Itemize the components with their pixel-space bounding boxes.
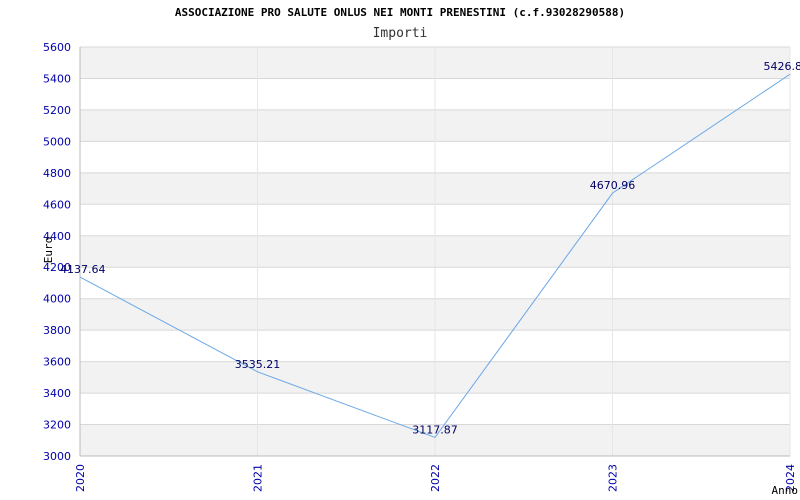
y-tick-label: 5000 <box>43 135 71 148</box>
data-label: 3535.21 <box>235 358 281 371</box>
data-label: 4670.96 <box>590 179 636 192</box>
y-tick-label: 3400 <box>43 387 71 400</box>
data-label: 4137.64 <box>60 263 106 276</box>
line-chart: 3000320034003600380040004200440046004800… <box>42 41 800 497</box>
data-label: 3117.87 <box>412 423 458 436</box>
y-axis-label: Euro <box>42 237 55 264</box>
y-tick-label: 5200 <box>43 104 71 117</box>
x-tick-label: 2020 <box>74 464 87 492</box>
x-tick-label: 2023 <box>607 464 620 492</box>
x-tick-label: 2022 <box>429 464 442 492</box>
y-tick-label: 3800 <box>43 324 71 337</box>
x-axis-label: Anno <box>772 484 799 497</box>
y-tick-label: 3000 <box>43 450 71 463</box>
y-tick-label: 5400 <box>43 72 71 85</box>
data-label: 5426.8 <box>764 60 800 73</box>
y-tick-label: 4000 <box>43 293 71 306</box>
y-tick-label: 3600 <box>43 356 71 369</box>
y-tick-label: 4600 <box>43 198 71 211</box>
y-tick-label: 4800 <box>43 167 71 180</box>
y-tick-label: 3200 <box>43 419 71 432</box>
x-tick-label: 2021 <box>252 464 265 492</box>
y-tick-label: 5600 <box>43 41 71 54</box>
